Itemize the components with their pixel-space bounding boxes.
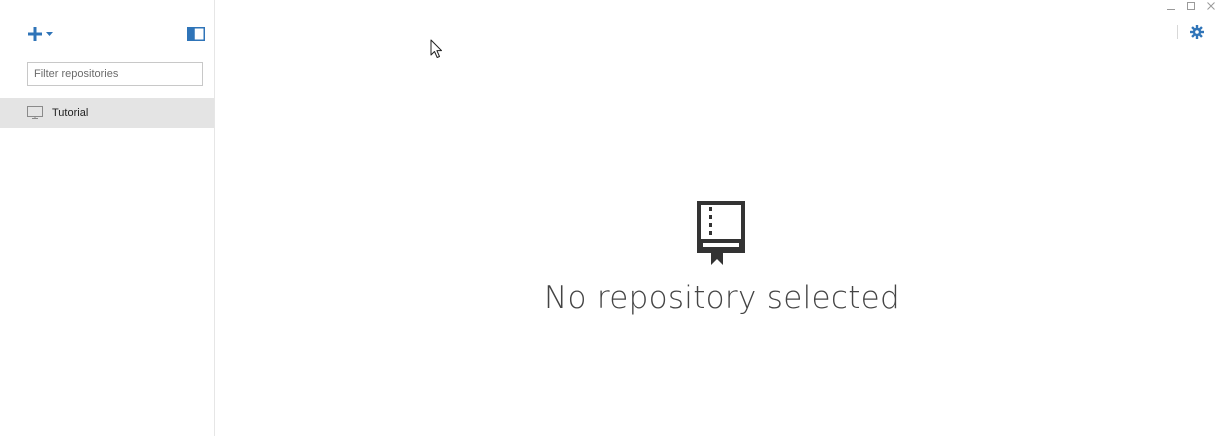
caret-down-icon (46, 32, 53, 36)
repository-item-tutorial[interactable]: Tutorial (0, 98, 214, 128)
close-icon (1207, 2, 1215, 10)
mouse-cursor-icon (430, 39, 442, 58)
sidebar-toggle-icon[interactable] (187, 27, 205, 41)
toolbar-divider (1177, 25, 1178, 39)
add-repository-button[interactable] (28, 25, 53, 43)
repo-book-icon (697, 201, 745, 265)
gear-icon[interactable] (1190, 25, 1204, 39)
close-button[interactable] (1201, 0, 1221, 12)
minimize-button[interactable] (1161, 0, 1181, 12)
repository-sidebar: Tutorial (0, 0, 215, 436)
window-controls (1161, 0, 1221, 12)
minimize-icon (1167, 9, 1175, 10)
maximize-icon (1187, 2, 1195, 10)
filter-repositories-input[interactable] (27, 62, 203, 86)
maximize-button[interactable] (1181, 0, 1201, 12)
empty-state-message: No repository selected (543, 280, 901, 316)
monitor-icon (27, 106, 43, 119)
plus-icon (28, 27, 42, 41)
repository-label: Tutorial (52, 107, 89, 119)
